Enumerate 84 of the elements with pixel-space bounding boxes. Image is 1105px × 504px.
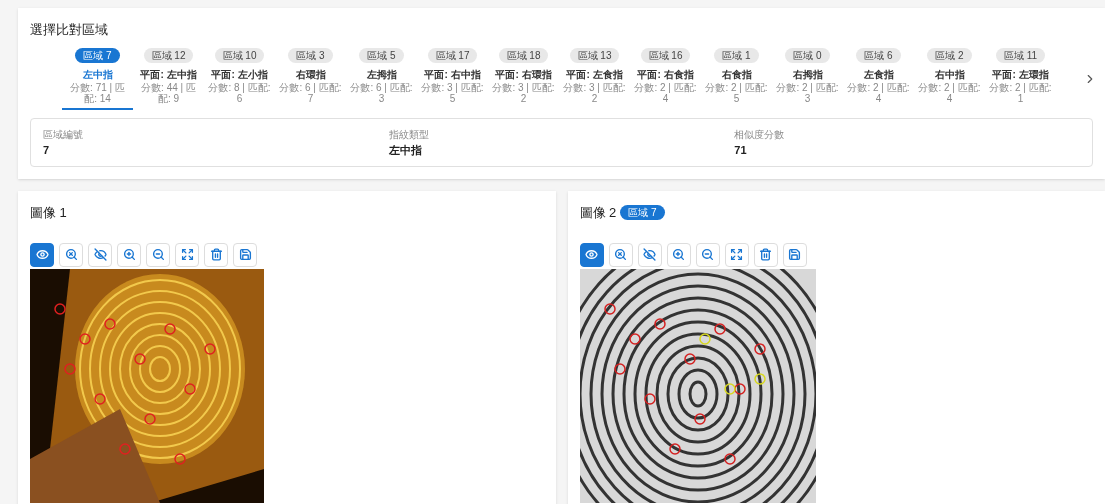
region-tab[interactable]: 區域 12 平面: 左中指 分數: 44 | 匹配: 9 [133,47,204,110]
score-text: 分數: 6 | 匹配: 3 [349,81,414,104]
finger-label: 平面: 左食指 [566,67,623,82]
region-tab[interactable]: 區域 13 平面: 左食指 分數: 3 | 匹配: 2 [559,47,630,110]
score-text: 分數: 2 | 匹配: 4 [633,81,698,104]
score-text: 分數: 2 | 匹配: 3 [775,81,840,104]
region-chip: 區域 7 [75,47,120,63]
region-chip: 區域 16 [640,47,691,63]
finger-label: 右環指 [295,67,326,82]
region-tab[interactable]: 區域 1 右食指 分數: 2 | 匹配: 5 [701,47,772,110]
toolbar-button[interactable] [579,242,604,267]
zoom-out-icon [701,248,714,261]
detail-label: 指紋類型 [388,127,430,142]
zoom-in-icon [122,248,136,261]
region-tab[interactable]: 區域 5 左拇指 分數: 6 | 匹配: 3 [346,47,417,110]
score-text: 分數: 3 | 匹配: 2 [562,81,627,104]
region-chip: 區域 12 [143,47,194,63]
finger-label: 右中指 [934,67,965,82]
score-text: 分數: 2 | 匹配: 1 [988,81,1053,104]
region-chip: 區域 11 [995,47,1046,63]
region-tab[interactable]: 區域 11 平面: 左環指 分數: 2 | 匹配: 1 [985,47,1056,110]
search-x-icon [64,248,78,261]
score-text: 分數: 8 | 匹配: 6 [207,81,272,104]
region-tab[interactable]: 區域 10 平面: 左小指 分數: 8 | 匹配: 6 [204,47,275,110]
score-text: 分數: 44 | 匹配: 9 [140,81,197,104]
region-tab[interactable]: 區域 7 左中指 分數: 71 | 匹配: 14 [62,47,133,110]
score-text: 分數: 6 | 匹配: 7 [278,81,343,104]
score-text: 分數: 2 | 匹配: 5 [704,81,769,104]
expand-icon [730,248,743,261]
finger-label: 平面: 右環指 [495,67,552,82]
zoom-in-icon [672,248,685,261]
image-title: 圖像 2 [579,204,617,222]
score-text: 分數: 3 | 匹配: 5 [420,81,485,104]
region-chip: 區域 5 [359,47,404,63]
search-x-icon [614,248,627,261]
eye-icon [35,248,49,261]
region-chip: 區域 18 [498,47,549,63]
eye-icon [585,248,598,261]
eye-off-icon [93,248,107,261]
region-chip: 區域 17 [427,47,478,63]
image-title: 圖像 1 [30,204,67,222]
eye-off-icon [643,248,656,261]
region-tab[interactable]: 區域 6 左食指 分數: 2 | 匹配: 4 [843,47,914,110]
detail-value: 左中指 [388,142,423,158]
finger-label: 平面: 左小指 [211,67,268,82]
zoom-out-icon [151,248,165,261]
finger-label: 平面: 左中指 [140,67,197,82]
save-icon [238,248,252,261]
score-text: 分數: 2 | 匹配: 4 [917,81,982,104]
region-tab[interactable]: 區域 2 右中指 分數: 2 | 匹配: 4 [914,47,985,110]
detail-label: 區域編號 [43,127,84,142]
region-chip: 區域 7 [620,205,665,221]
finger-label: 左拇指 [366,67,397,82]
region-tab[interactable]: 區域 3 右環指 分數: 6 | 匹配: 7 [275,47,346,110]
finger-label: 右食指 [721,67,752,82]
detail-value: 7 [43,142,51,158]
region-tab[interactable]: 區域 18 平面: 右環指 分數: 3 | 匹配: 2 [488,47,559,110]
toolbar-button[interactable] [30,242,54,267]
finger-label: 平面: 右中指 [424,67,481,82]
region-tab[interactable]: 區域 0 右拇指 分數: 2 | 匹配: 3 [772,47,843,110]
section-title: 選擇比對區域 [30,21,109,39]
trash-icon [209,248,223,261]
finger-label: 平面: 左環指 [992,67,1049,82]
region-chip: 區域 2 [927,47,972,63]
region-chip: 區域 1 [714,47,759,63]
score-text: 分數: 3 | 匹配: 2 [491,81,556,104]
region-chip: 區域 0 [785,47,830,63]
finger-label: 平面: 右食指 [637,67,694,82]
region-chip: 區域 10 [214,47,265,63]
region-chip: 區域 13 [569,47,620,63]
region-chip: 區域 6 [856,47,901,63]
finger-label: 右拇指 [792,67,823,82]
region-chip: 區域 3 [288,47,333,63]
trash-icon [759,248,772,261]
detail-value: 71 [734,142,748,158]
expand-icon [180,248,194,261]
save-icon [788,248,801,261]
score-text: 分數: 2 | 匹配: 4 [846,81,911,104]
score-text: 分數: 71 | 匹配: 14 [69,81,126,104]
finger-label: 左中指 [82,67,113,82]
region-tab[interactable]: 區域 17 平面: 右中指 分數: 3 | 匹配: 5 [417,47,488,110]
detail-label: 相似度分數 [734,127,786,142]
finger-label: 左食指 [863,67,894,82]
region-tab[interactable]: 區域 16 平面: 右食指 分數: 2 | 匹配: 4 [630,47,701,110]
